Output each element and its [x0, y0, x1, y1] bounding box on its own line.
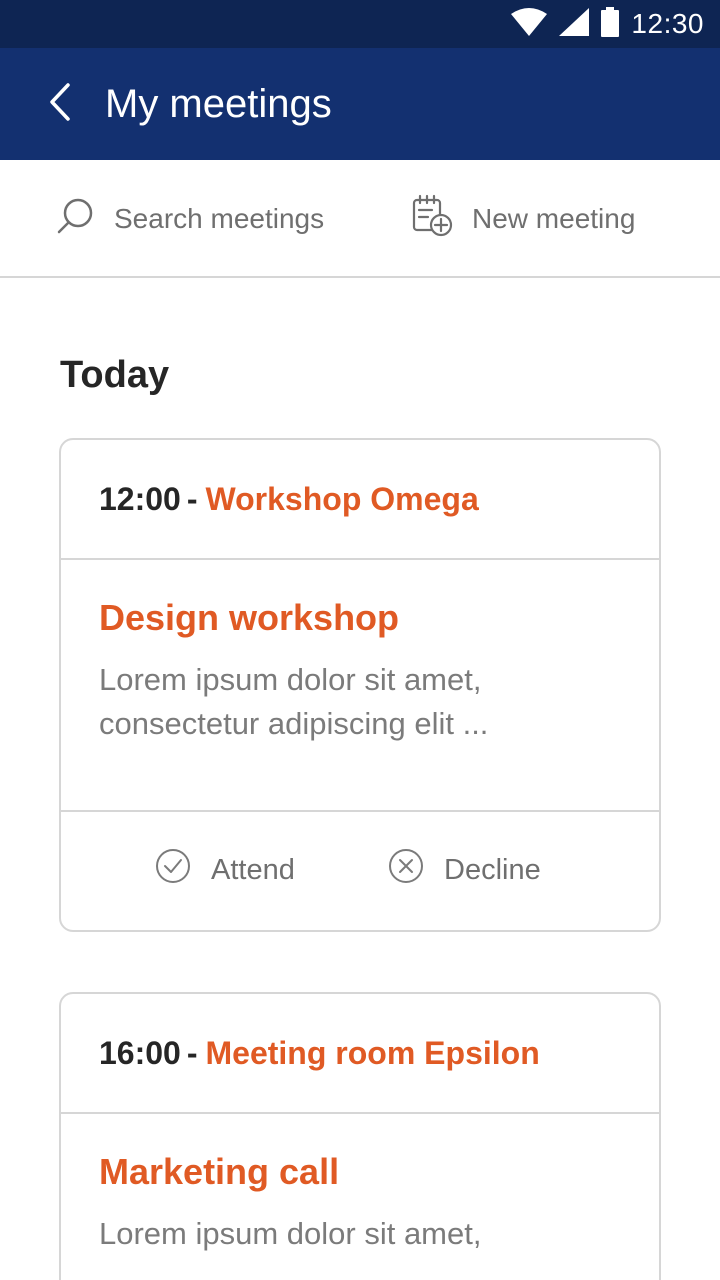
meeting-separator: - [186, 1034, 198, 1071]
meeting-room: Meeting room Epsilon [205, 1034, 540, 1071]
meeting-actions: Attend Decline [61, 812, 659, 930]
attend-button[interactable]: Attend [155, 848, 295, 892]
app-bar: My meetings [0, 48, 720, 160]
back-chevron-icon [48, 82, 72, 127]
meetings-screen: 12:30 My meetings Search meetings New me… [0, 0, 720, 1280]
close-circle-icon [388, 848, 424, 892]
check-circle-icon [155, 848, 191, 892]
meeting-card[interactable]: 12:00 - Workshop Omega Design workshop L… [59, 438, 661, 932]
status-time: 12:30 [631, 8, 704, 39]
meeting-time: 16:00 [99, 1034, 181, 1071]
decline-button[interactable]: Decline [388, 848, 541, 892]
section-title-today: Today [60, 354, 170, 396]
decline-label: Decline [444, 853, 541, 886]
battery-icon [601, 6, 620, 42]
status-bar: 12:30 [0, 0, 720, 48]
meeting-separator: - [186, 480, 198, 517]
meeting-room: Workshop Omega [205, 480, 479, 517]
calendar-add-icon [410, 194, 454, 245]
meeting-card[interactable]: 16:00 - Meeting room Epsilon Marketing c… [59, 992, 661, 1280]
meeting-title: Design workshop [99, 597, 400, 638]
meeting-description: Lorem ipsum dolor sit amet, [99, 1216, 482, 1251]
back-button[interactable] [36, 78, 84, 130]
wifi-icon [511, 7, 548, 41]
meeting-time: 12:00 [99, 480, 181, 517]
toolbar: Search meetings New meeting [0, 160, 720, 278]
new-meeting-button[interactable]: New meeting [410, 194, 635, 244]
status-icons: 12:30 [511, 0, 704, 48]
meeting-body: Marketing call Lorem ipsum dolor sit ame… [61, 1114, 659, 1256]
page-title: My meetings [105, 82, 332, 126]
meeting-description: Lorem ipsum dolor sit amet, consectetur … [99, 662, 489, 741]
search-icon [56, 196, 96, 243]
new-meeting-label: New meeting [472, 203, 636, 234]
meeting-body: Design workshop Lorem ipsum dolor sit am… [61, 560, 659, 812]
attend-label: Attend [211, 853, 295, 886]
signal-icon [559, 7, 590, 41]
meeting-header: 12:00 - Workshop Omega [61, 440, 659, 560]
meeting-title: Marketing call [99, 1151, 340, 1192]
meeting-header: 16:00 - Meeting room Epsilon [61, 994, 659, 1114]
search-meetings-label: Search meetings [114, 203, 325, 234]
search-meetings-button[interactable]: Search meetings [56, 194, 324, 244]
